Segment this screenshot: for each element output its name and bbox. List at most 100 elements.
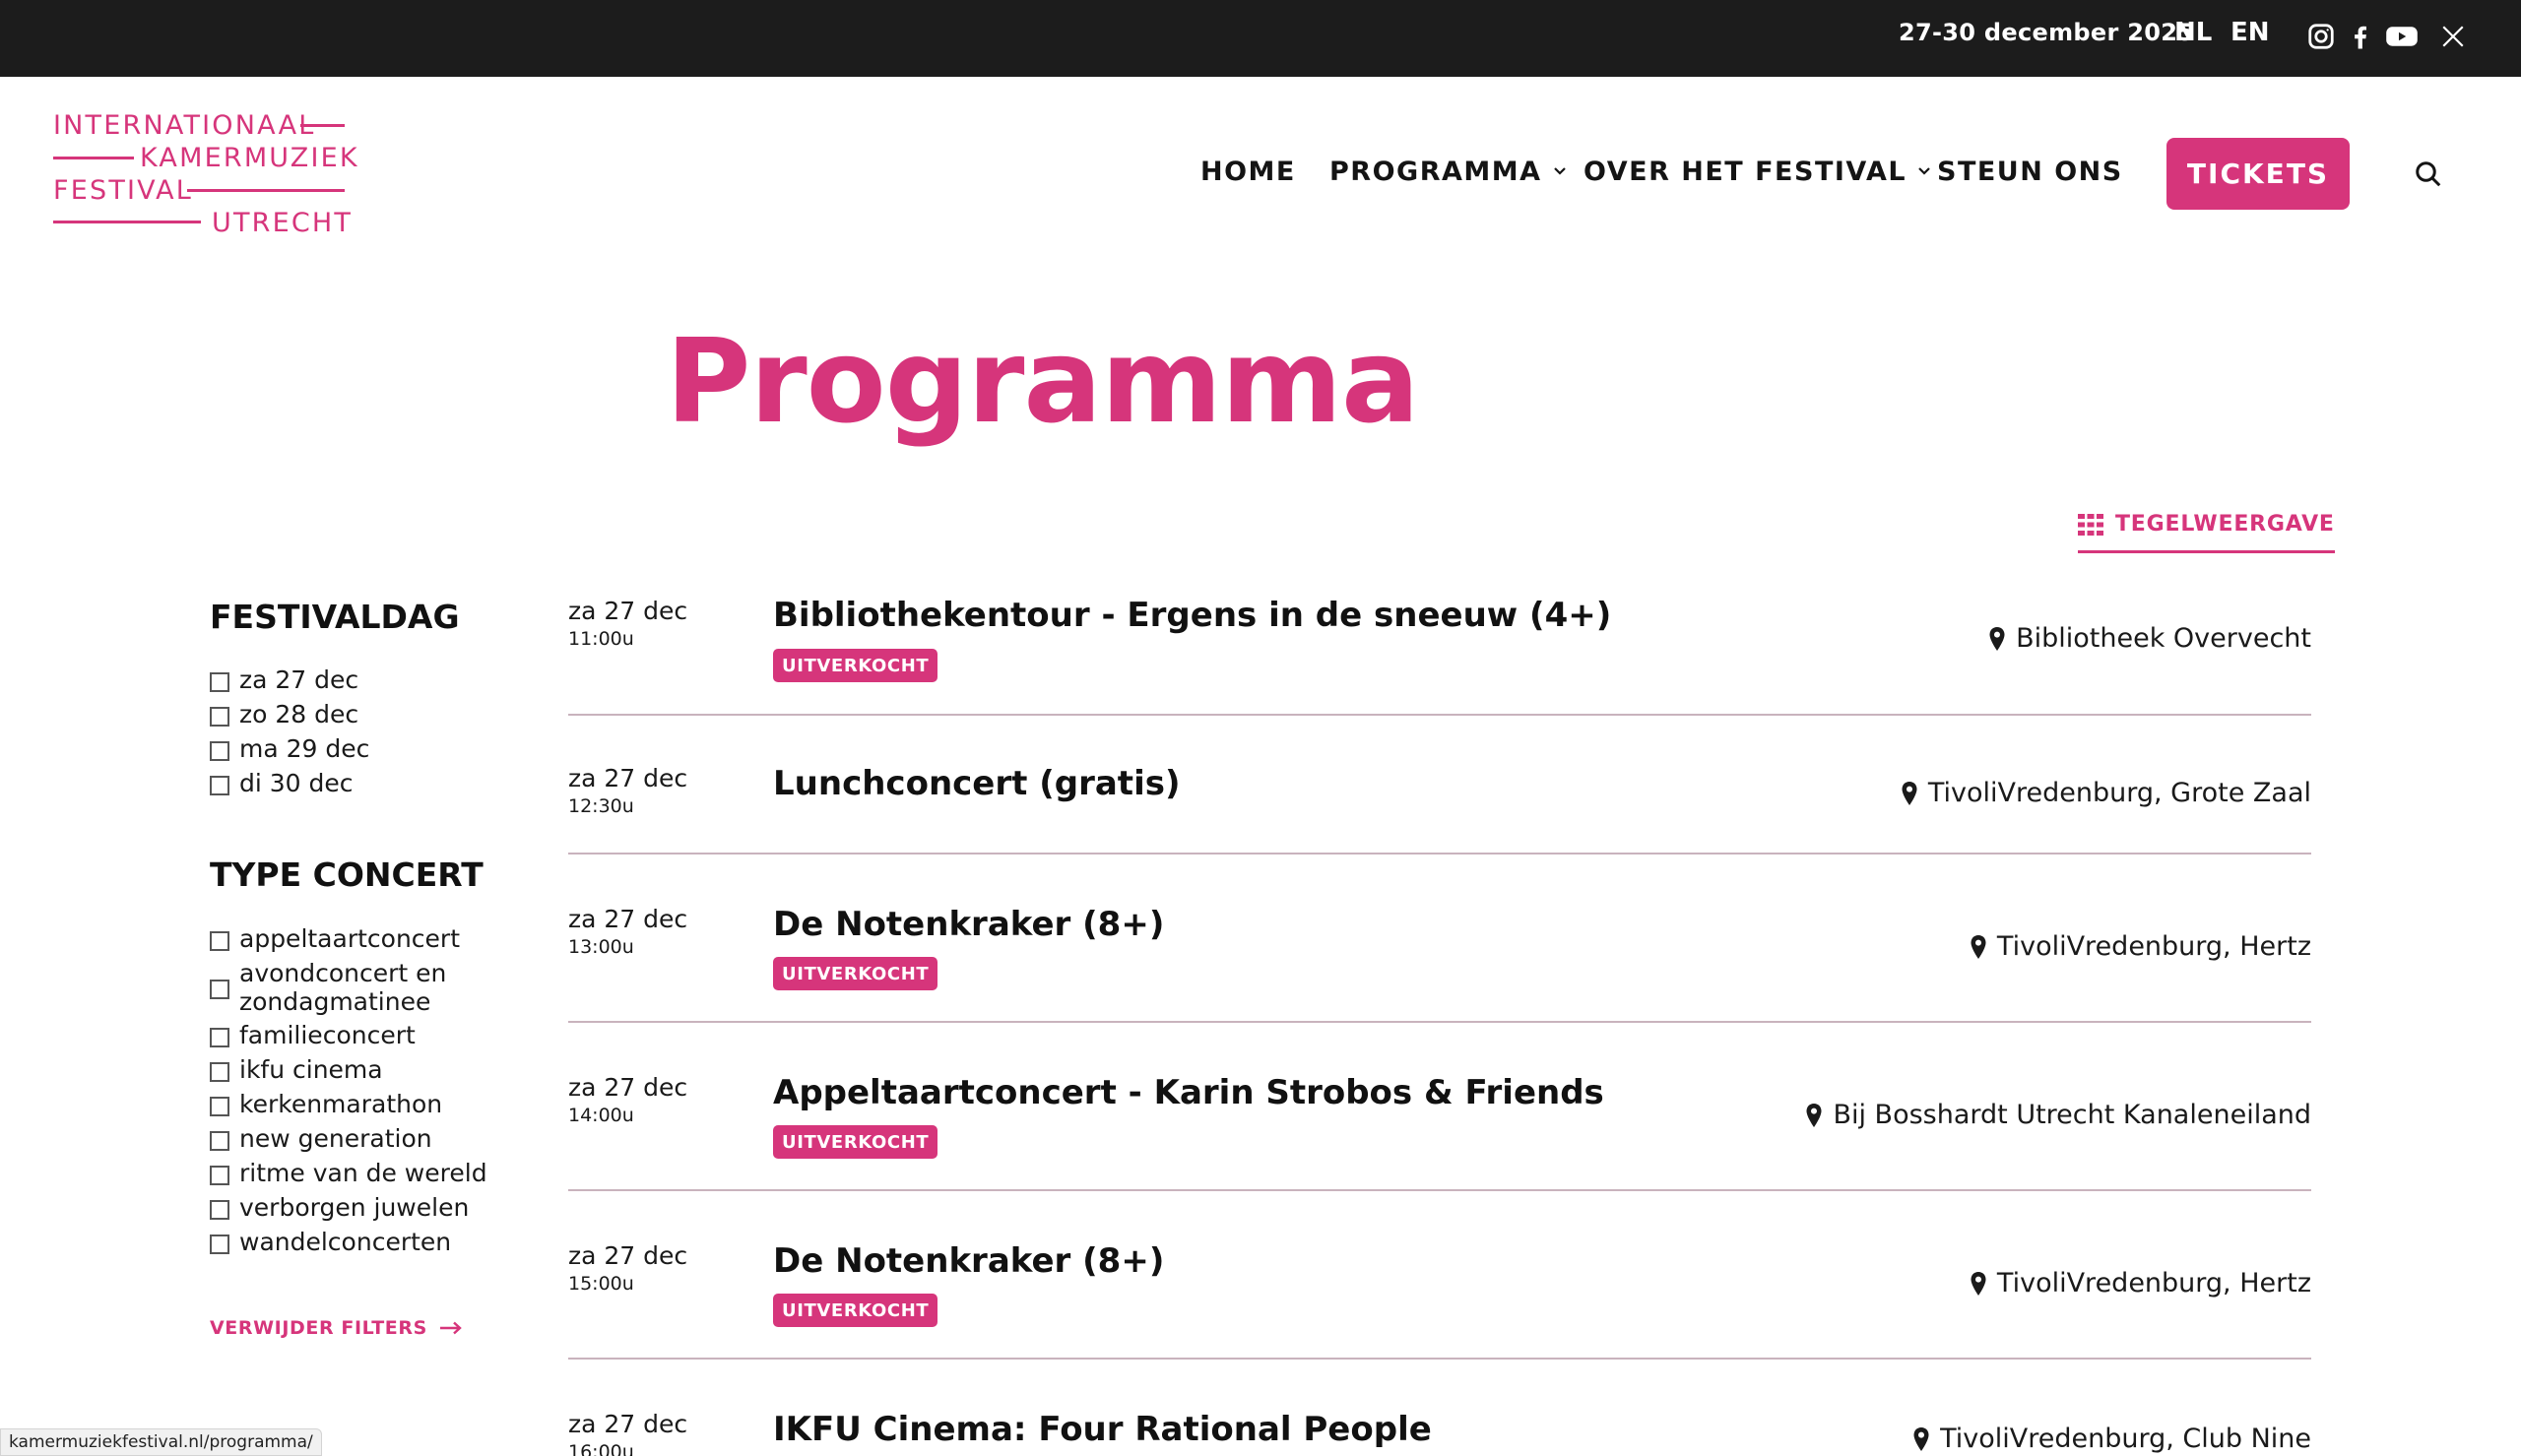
nav-steun-ons-label: STEUN ONS <box>1937 157 2123 187</box>
filter-label: verborgen juwelen <box>239 1193 470 1222</box>
row-divider <box>568 1189 2311 1191</box>
event-title[interactable]: De Notenkraker (8+) <box>773 905 1164 944</box>
checkbox[interactable] <box>210 707 229 727</box>
filter-label: familieconcert <box>239 1021 416 1049</box>
checkbox[interactable] <box>210 980 229 999</box>
filter-type-wandelconcerten[interactable]: wandelconcerten <box>210 1228 451 1256</box>
nav-over-het-festival[interactable]: OVER HET FESTIVAL <box>1584 157 1932 187</box>
row-divider <box>568 1358 2311 1360</box>
event-time: 14:00u <box>568 1105 634 1126</box>
checkbox[interactable] <box>210 1200 229 1220</box>
chevron-down-icon <box>1916 162 1932 178</box>
filter-label: ikfu cinema <box>239 1055 383 1084</box>
tile-view-toggle[interactable]: TEGELWEERGAVE <box>2078 512 2335 553</box>
event-row[interactable]: za 27 dec 15:00u De Notenkraker (8+) UIT… <box>568 1240 2311 1359</box>
map-pin-icon <box>1901 781 1918 806</box>
concert-type-heading: TYPE CONCERT <box>210 855 484 894</box>
event-row[interactable]: za 27 dec 13:00u De Notenkraker (8+) UIT… <box>568 904 2311 1022</box>
venue-name: Bij Bosshardt Utrecht Kanaleneiland <box>1833 1100 2311 1130</box>
filter-type-new-generation[interactable]: new generation <box>210 1124 432 1153</box>
nav-steun-ons[interactable]: STEUN ONS <box>1937 157 2123 187</box>
sold-out-badge: UITVERKOCHT <box>773 1125 938 1159</box>
x-icon[interactable] <box>2440 22 2466 51</box>
filter-day-zo-28[interactable]: zo 28 dec <box>210 700 358 728</box>
filter-type-familieconcert[interactable]: familieconcert <box>210 1021 416 1049</box>
filter-type-verborgen-juwelen[interactable]: verborgen juwelen <box>210 1193 469 1222</box>
checkbox[interactable] <box>210 1131 229 1151</box>
checkbox[interactable] <box>210 1234 229 1254</box>
sold-out-badge: UITVERKOCHT <box>773 649 938 682</box>
checkbox[interactable] <box>210 776 229 795</box>
filter-type-ikfu-cinema[interactable]: ikfu cinema <box>210 1055 383 1084</box>
logo-rule <box>53 157 134 159</box>
event-title[interactable]: IKFU Cinema: Four Rational People <box>773 1410 1432 1449</box>
event-date: za 27 dec <box>568 1073 688 1102</box>
venue-name: Bibliotheek Overvecht <box>2016 623 2311 654</box>
language-nl-link[interactable]: NL <box>2174 18 2212 47</box>
filter-label: di 30 dec <box>239 769 354 797</box>
filter-day-di-30[interactable]: di 30 dec <box>210 769 354 797</box>
search-icon[interactable] <box>2414 159 2443 189</box>
arrow-right-icon <box>439 1321 463 1335</box>
clear-filters-link[interactable]: VERWIJDER FILTERS <box>210 1317 463 1339</box>
filter-type-avondconcert[interactable]: avondconcert en zondagmatinee <box>210 959 446 1016</box>
filter-type-appeltaartconcert[interactable]: appeltaartconcert <box>210 924 460 953</box>
filter-label: new generation <box>239 1124 432 1153</box>
map-pin-icon <box>1912 1426 1930 1452</box>
checkbox[interactable] <box>210 672 229 692</box>
filter-label: ma 29 dec <box>239 734 370 763</box>
event-title[interactable]: Bibliothekentour - Ergens in de sneeuw (… <box>773 596 1611 635</box>
venue-name: TivoliVredenburg, Hertz <box>1996 931 2311 962</box>
nav-over-het-festival-label: OVER HET FESTIVAL <box>1584 157 1907 187</box>
event-date: za 27 dec <box>568 905 688 933</box>
nav-home[interactable]: HOME <box>1200 157 1296 187</box>
checkbox[interactable] <box>210 1062 229 1082</box>
top-bar: 27-30 december 2025 NL EN <box>0 0 2521 77</box>
facebook-icon[interactable] <box>2346 22 2375 51</box>
festival-logo[interactable]: INTERNATIONAAL KAMERMUZIEK FESTIVAL UTRE… <box>51 110 357 238</box>
event-time: 12:30u <box>568 795 634 817</box>
clear-filters-label: VERWIJDER FILTERS <box>210 1317 427 1339</box>
youtube-icon[interactable] <box>2385 22 2419 51</box>
checkbox[interactable] <box>210 1028 229 1047</box>
filter-type-ritme-van-de-wereld[interactable]: ritme van de wereld <box>210 1159 487 1187</box>
instagram-icon[interactable] <box>2306 22 2336 51</box>
map-pin-icon <box>1970 934 1987 960</box>
filter-label: wandelconcerten <box>239 1228 452 1256</box>
event-title[interactable]: Appeltaartconcert - Karin Strobos & Frie… <box>773 1073 1604 1112</box>
festival-day-heading: FESTIVALDAG <box>210 598 460 636</box>
grid-icon <box>2078 514 2103 536</box>
checkbox[interactable] <box>210 1097 229 1116</box>
event-time: 16:00u <box>568 1441 634 1456</box>
event-date: za 27 dec <box>568 1410 688 1438</box>
nav-programma[interactable]: PROGRAMMA <box>1329 157 1568 187</box>
event-title[interactable]: Lunchconcert (gratis) <box>773 764 1181 803</box>
event-row[interactable]: za 27 dec 12:30u Lunchconcert (gratis) T… <box>568 763 2311 852</box>
tickets-button[interactable]: TICKETS <box>2166 138 2350 210</box>
event-date: za 27 dec <box>568 597 688 625</box>
nav-home-label: HOME <box>1200 157 1296 187</box>
venue-name: TivoliVredenburg, Club Nine <box>1940 1424 2311 1454</box>
filter-label: avondconcert en zondagmatinee <box>239 959 447 1016</box>
event-time: 11:00u <box>568 628 634 650</box>
row-divider <box>568 714 2311 716</box>
filter-day-za-27[interactable]: za 27 dec <box>210 665 358 694</box>
checkbox[interactable] <box>210 931 229 951</box>
filter-label: appeltaartconcert <box>239 924 460 953</box>
event-row[interactable]: za 27 dec 16:00u IKFU Cinema: Four Ratio… <box>568 1409 2311 1456</box>
checkbox[interactable] <box>210 741 229 761</box>
event-venue: TivoliVredenburg, Club Nine <box>1912 1424 2311 1454</box>
event-row[interactable]: za 27 dec 11:00u Bibliothekentour - Erge… <box>568 596 2311 714</box>
logo-rule <box>187 189 345 192</box>
venue-name: TivoliVredenburg, Hertz <box>1996 1268 2311 1298</box>
language-en-link[interactable]: EN <box>2230 18 2270 47</box>
filter-type-kerkenmarathon[interactable]: kerkenmarathon <box>210 1090 442 1118</box>
tile-view-label: TEGELWEERGAVE <box>2115 512 2335 537</box>
filter-label: ritme van de wereld <box>239 1159 487 1187</box>
event-row[interactable]: za 27 dec 14:00u Appeltaartconcert - Kar… <box>568 1072 2311 1190</box>
event-title[interactable]: De Notenkraker (8+) <box>773 1241 1164 1281</box>
checkbox[interactable] <box>210 1166 229 1185</box>
filter-day-ma-29[interactable]: ma 29 dec <box>210 734 369 763</box>
festival-dates: 27-30 december 2025 <box>1899 19 2195 46</box>
event-venue: Bij Bosshardt Utrecht Kanaleneiland <box>1805 1100 2311 1130</box>
